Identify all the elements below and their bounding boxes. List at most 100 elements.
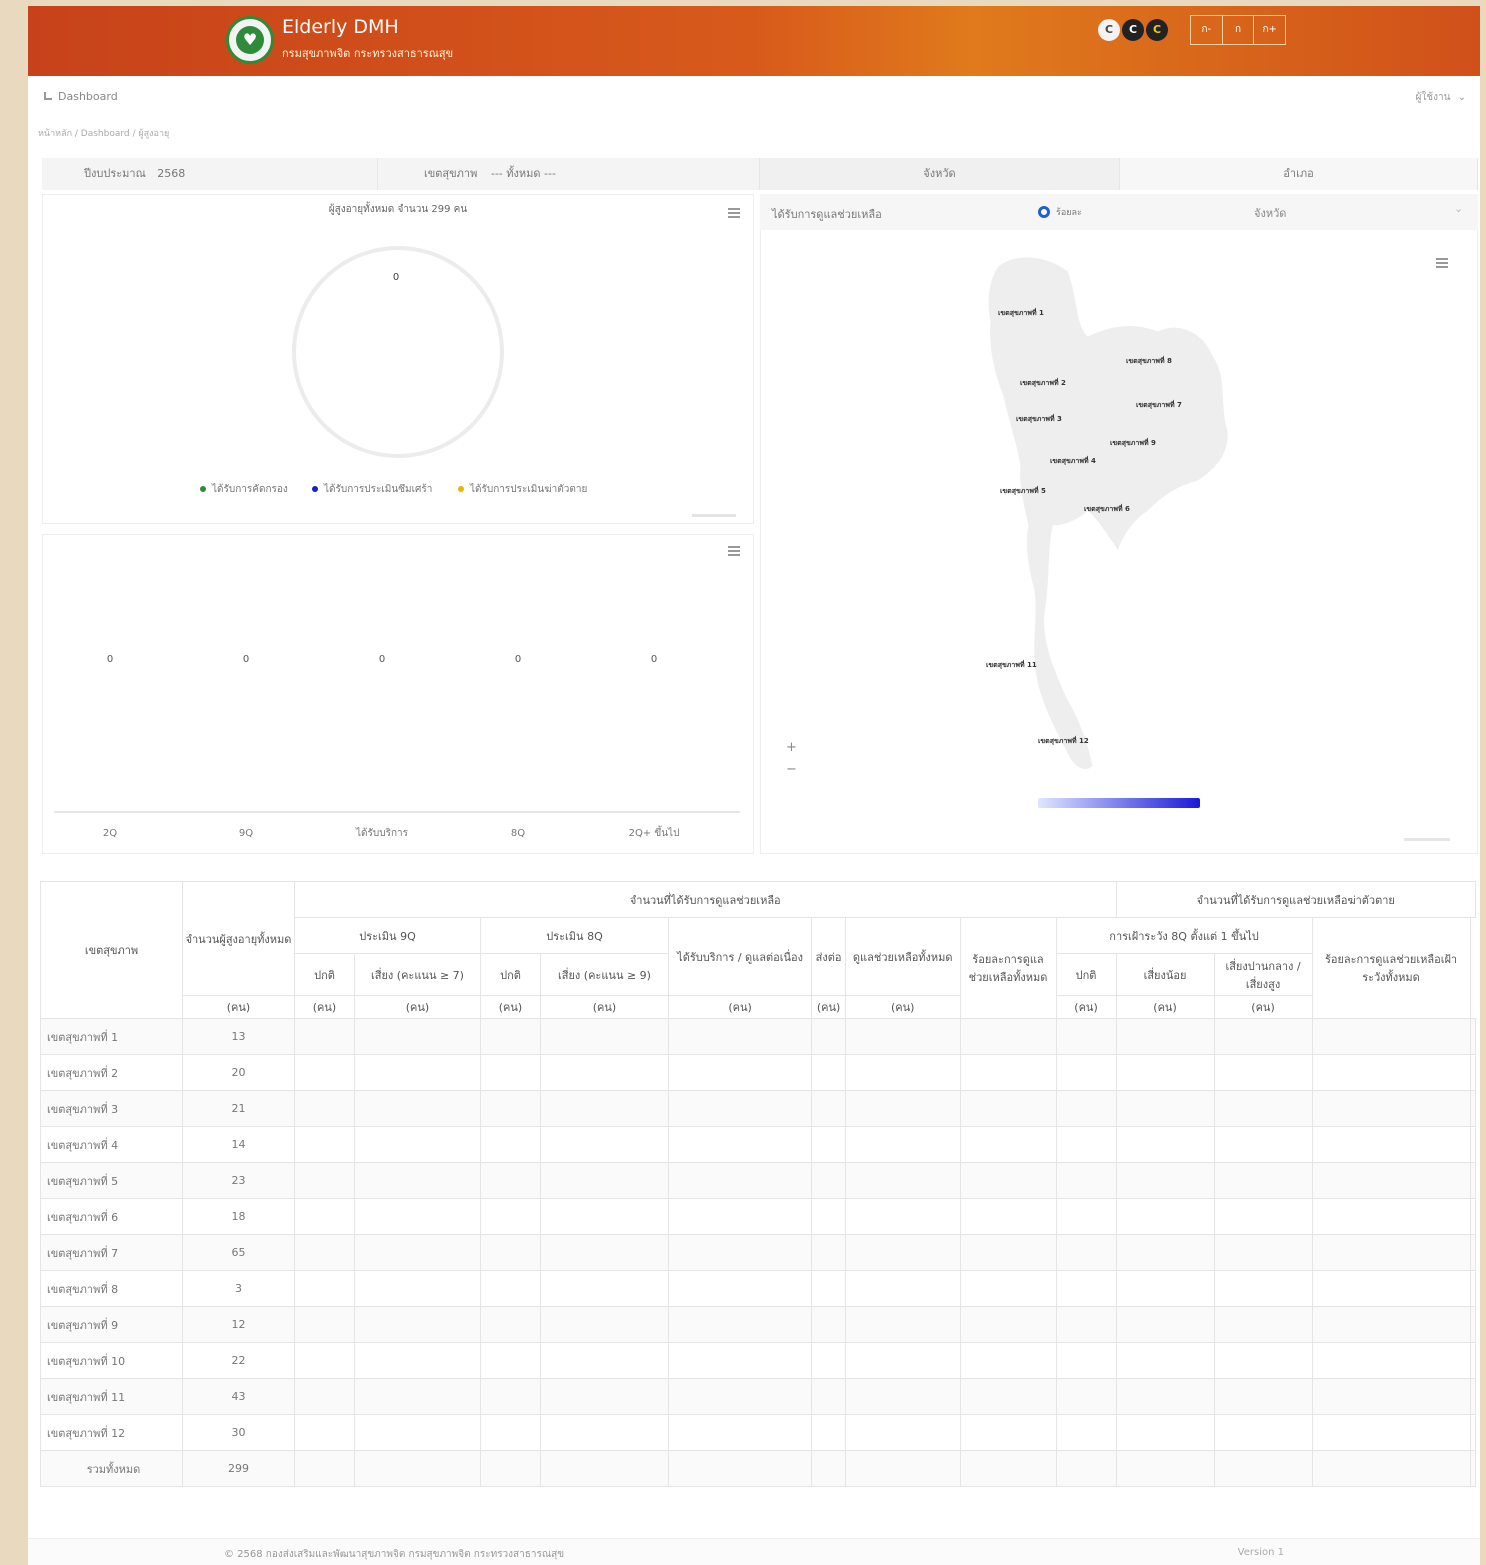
row-empty-cell <box>1055 1054 1117 1091</box>
row-empty-cell <box>667 1198 813 1235</box>
row-empty-cell <box>1311 1306 1471 1343</box>
zoom-out-button[interactable]: − <box>786 762 797 777</box>
region-label-9: เขตสุขภาพที่ 9 <box>1110 439 1156 447</box>
unit-total: (คน) <box>182 995 295 1019</box>
row-empty-cell <box>1055 1126 1117 1163</box>
row-empty-cell <box>294 1414 355 1451</box>
row-empty-cell <box>959 1342 1057 1379</box>
bar-data-label: 0 <box>651 654 657 665</box>
row-empty-cell <box>1115 1162 1215 1199</box>
row-empty-cell <box>959 1126 1057 1163</box>
sub-suicide-eval-header: การเฝ้าระวัง 8Q ตั้งแต่ 1 ขึ้นไป <box>1055 917 1313 954</box>
unit-normal-9q: (คน) <box>294 995 355 1019</box>
table-row: เขตสุขภาพที่ 6 18 <box>40 1198 1477 1235</box>
row-empty-cell <box>811 1090 846 1127</box>
row-empty-cell <box>354 1018 481 1055</box>
row-region-cell: เขตสุขภาพที่ 3 <box>40 1090 183 1127</box>
row-empty-cell <box>667 1378 813 1415</box>
region-label-1: เขตสุขภาพที่ 1 <box>998 309 1044 317</box>
row-empty-cell <box>354 1090 481 1127</box>
health-area-filter[interactable]: เขตสุขภาพ --- ทั้งหมด --- <box>378 158 760 190</box>
legend-suicide[interactable]: ได้รับการประเมินฆ่าตัวตาย <box>458 482 587 497</box>
row-empty-cell <box>1311 1018 1471 1055</box>
row-empty-cell <box>354 1378 481 1415</box>
footer: © 2568 กองส่งเสริมและพัฒนาสุขภาพจิต กรมส… <box>28 1538 1480 1565</box>
row-total-cell: 299 <box>182 1450 295 1487</box>
row-empty-cell <box>667 1162 813 1199</box>
row-empty-cell <box>1469 1234 1477 1271</box>
row-empty-cell <box>811 1450 846 1487</box>
row-total-cell: 3 <box>182 1270 295 1307</box>
row-empty-cell <box>1213 1018 1313 1055</box>
row-empty-cell <box>667 1414 813 1451</box>
row-empty-cell <box>1469 1162 1477 1199</box>
footer-version: Version 1 <box>1237 1547 1284 1558</box>
row-empty-cell <box>1469 1090 1477 1127</box>
row-empty-cell <box>667 1342 813 1379</box>
region-label-12: เขตสุขภาพที่ 12 <box>1038 737 1089 745</box>
contrast-normal-button[interactable]: C <box>1098 19 1120 41</box>
tab-province[interactable]: จังหวัด <box>760 158 1120 190</box>
row-empty-cell <box>480 1162 541 1199</box>
chart-menu-icon[interactable] <box>728 208 740 218</box>
province-select[interactable]: จังหวัด <box>1254 204 1286 222</box>
zoom-in-button[interactable]: + <box>786 740 797 755</box>
row-region-cell: เขตสุขภาพที่ 8 <box>40 1270 183 1307</box>
row-empty-cell <box>1311 1054 1471 1091</box>
table-row: เขตสุขภาพที่ 4 14 <box>40 1126 1477 1163</box>
legend-depression[interactable]: ได้รับการประเมินซึมเศร้า <box>312 482 432 497</box>
row-empty-cell <box>1213 1450 1313 1487</box>
donut-center-value: 0 <box>392 272 400 283</box>
tab-district[interactable]: อำเภอ <box>1120 158 1478 190</box>
sub-refer-header: ส่งต่อ <box>811 917 846 996</box>
breadcrumb[interactable]: หน้าหลัก / Dashboard / ผู้สูงอายุ <box>38 126 169 140</box>
map-menu-icon[interactable] <box>1436 258 1448 268</box>
year-filter[interactable]: ปีงบประมาณ 2568 <box>42 158 378 190</box>
top-header: ♥ Elderly DMH กรมสุขภาพจิต กระทรวงสาธารณ… <box>28 6 1480 76</box>
user-menu[interactable]: ผู้ใช้งาน ⌄ <box>1416 90 1466 105</box>
table-row: เขตสุขภาพที่ 5 23 <box>40 1162 1477 1199</box>
row-empty-cell <box>1055 1342 1117 1379</box>
row-empty-cell <box>354 1126 481 1163</box>
row-empty-cell <box>540 1234 669 1271</box>
row-empty-cell <box>1055 1270 1117 1307</box>
row-region-cell: รวมทั้งหมด <box>40 1450 183 1487</box>
table-row: เขตสุขภาพที่ 7 65 <box>40 1234 1477 1271</box>
row-empty-cell <box>1115 1342 1215 1379</box>
chevron-down-icon: ⌄ <box>1457 92 1466 103</box>
row-empty-cell <box>540 1306 669 1343</box>
row-empty-cell <box>959 1234 1057 1271</box>
row-empty-cell <box>667 1270 813 1307</box>
sub-percent-suicide-header: ร้อยละการดูแลช่วยเหลือเฝ้าระวังทั้งหมด <box>1311 917 1471 1019</box>
row-empty-cell <box>1213 1054 1313 1091</box>
unit-normal-8q: (คน) <box>480 995 541 1019</box>
contrast-yellow-button[interactable]: C <box>1146 19 1168 41</box>
row-region-cell: เขตสุขภาพที่ 12 <box>40 1414 183 1451</box>
summary-table-body: เขตสุขภาพที่ 1 13 เขตสุขภาพที่ 2 20 เขตสุขภา… <box>40 1018 1477 1487</box>
contrast-dark-button[interactable]: C <box>1122 19 1144 41</box>
row-empty-cell <box>1213 1234 1313 1271</box>
region-label-11: เขตสุขภาพที่ 11 <box>986 661 1037 669</box>
select-chevron-icon: ⌄ <box>1454 202 1464 215</box>
row-empty-cell <box>1213 1342 1313 1379</box>
row-empty-cell <box>354 1198 481 1235</box>
font-normal-button[interactable]: ก <box>1223 16 1255 44</box>
row-empty-cell <box>667 1306 813 1343</box>
font-smaller-button[interactable]: ก- <box>1191 16 1223 44</box>
row-region-cell: เขตสุขภาพที่ 2 <box>40 1054 183 1091</box>
leaf-mild-suicide: เสี่ยงน้อย <box>1115 953 1215 996</box>
legend-screened[interactable]: ได้รับการคัดกรอง <box>200 482 288 497</box>
row-empty-cell <box>1115 1090 1215 1127</box>
percent-radio-label: ร้อยละ <box>1056 208 1082 218</box>
percent-radio[interactable] <box>1038 206 1050 218</box>
legend-depression-label: ได้รับการประเมินซึมเศร้า <box>324 484 433 495</box>
font-larger-button[interactable]: ก+ <box>1254 16 1285 44</box>
row-region-cell: เขตสุขภาพที่ 11 <box>40 1378 183 1415</box>
row-empty-cell <box>1055 1090 1117 1127</box>
row-empty-cell <box>1469 1054 1477 1091</box>
legend-dot-blue-icon <box>312 486 318 492</box>
table-row: เขตสุขภาพที่ 3 21 <box>40 1090 1477 1127</box>
table-row: เขตสุขภาพที่ 10 22 <box>40 1342 1477 1379</box>
row-empty-cell <box>844 1450 961 1487</box>
bar-chart-menu-icon[interactable] <box>728 546 740 556</box>
